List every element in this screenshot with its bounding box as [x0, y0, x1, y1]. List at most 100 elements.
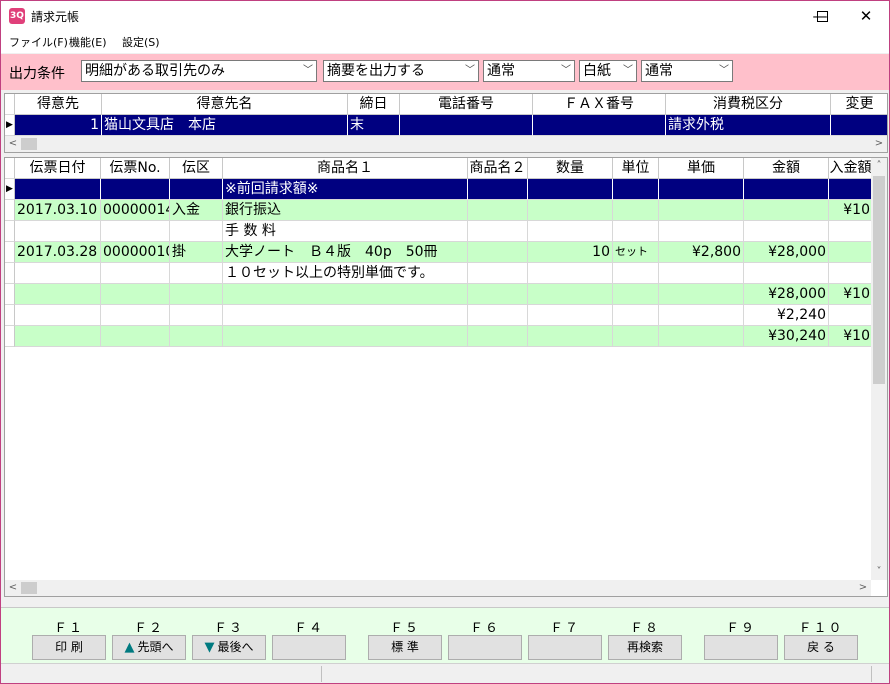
cell-product-name-2[interactable]: [468, 284, 528, 305]
cell-amount[interactable]: ¥28,000: [744, 242, 829, 263]
cell-slip-type[interactable]: [170, 263, 223, 284]
cell-unit[interactable]: [613, 200, 659, 221]
fkey-8-button[interactable]: 再検索: [608, 635, 682, 660]
cell-payment[interactable]: ¥10: [829, 200, 873, 221]
cell-quantity[interactable]: [528, 263, 613, 284]
cell-slip-date[interactable]: [15, 221, 101, 242]
cell-unit[interactable]: [613, 221, 659, 242]
fkey-4-button[interactable]: [272, 635, 346, 660]
cell-unit-price[interactable]: [659, 221, 744, 242]
cell-unit[interactable]: [613, 263, 659, 284]
cell-amount[interactable]: [744, 221, 829, 242]
col-slip-no[interactable]: 伝票No.: [101, 158, 170, 179]
cell-unit-price[interactable]: [659, 326, 744, 347]
cell-amount[interactable]: [744, 200, 829, 221]
cell-amount[interactable]: [744, 263, 829, 284]
col-product-name-2[interactable]: 商品名２: [468, 158, 528, 179]
cell-unit[interactable]: [613, 305, 659, 326]
cell-product-name-2[interactable]: [468, 200, 528, 221]
print-mode-select[interactable]: 通常 ﹀: [641, 60, 733, 82]
fkey-1-button[interactable]: 印 刷: [32, 635, 106, 660]
cell-phone[interactable]: [400, 115, 533, 136]
cell-product-name-2[interactable]: [468, 179, 528, 200]
cell-product-name-2[interactable]: [468, 242, 528, 263]
scroll-up-icon[interactable]: ˄: [871, 158, 887, 174]
cell-unit-price[interactable]: [659, 200, 744, 221]
cell-product-name-1[interactable]: １０セット以上の特別単価です。: [223, 263, 468, 284]
cell-slip-no[interactable]: [101, 284, 170, 305]
cell-slip-type[interactable]: 掛: [170, 242, 223, 263]
cell-unit-price[interactable]: [659, 179, 744, 200]
fkey-6-button[interactable]: [448, 635, 522, 660]
fkey-10-button[interactable]: 戻 る: [784, 635, 858, 660]
cell-unit-price[interactable]: [659, 305, 744, 326]
cell-slip-type[interactable]: [170, 326, 223, 347]
cell-fax[interactable]: [533, 115, 666, 136]
cell-slip-type[interactable]: 入金: [170, 200, 223, 221]
cell-slip-no[interactable]: 00000014: [101, 200, 170, 221]
fkey-3-button[interactable]: ▼ 最後へ: [192, 635, 266, 660]
fkey-9-button[interactable]: [704, 635, 778, 660]
cell-quantity[interactable]: [528, 284, 613, 305]
cell-slip-date[interactable]: [15, 179, 101, 200]
cell-slip-date[interactable]: [15, 284, 101, 305]
scroll-right-icon[interactable]: >: [855, 580, 871, 596]
cell-unit-price[interactable]: [659, 263, 744, 284]
cell-product-name-2[interactable]: [468, 221, 528, 242]
scroll-down-icon[interactable]: ˅: [871, 564, 887, 580]
col-closing-day[interactable]: 締日: [348, 94, 400, 115]
cell-product-name-1[interactable]: 大学ノート Ｂ４版 40p 50冊: [223, 242, 468, 263]
cell-quantity[interactable]: [528, 221, 613, 242]
col-product-name-1[interactable]: 商品名１: [223, 158, 468, 179]
cell-slip-date[interactable]: [15, 326, 101, 347]
scroll-left-icon[interactable]: <: [5, 136, 21, 152]
cell-slip-no[interactable]: [101, 326, 170, 347]
cell-slip-type[interactable]: [170, 284, 223, 305]
scroll-thumb[interactable]: [21, 138, 37, 150]
cell-slip-no[interactable]: [101, 179, 170, 200]
col-change[interactable]: 変更: [831, 94, 887, 115]
cell-slip-date[interactable]: 2017.03.28: [15, 242, 101, 263]
cell-slip-no[interactable]: [101, 305, 170, 326]
menu-file[interactable]: ファイル(F): [9, 34, 68, 50]
cell-unit-price[interactable]: [659, 284, 744, 305]
col-unit[interactable]: 単位: [613, 158, 659, 179]
cell-customer-name[interactable]: 猫山文具店 本店: [102, 115, 348, 136]
col-tax-type[interactable]: 消費税区分: [666, 94, 831, 115]
detail-grid-vscrollbar[interactable]: ˄ ˅: [871, 158, 887, 580]
cell-payment[interactable]: ¥10: [829, 284, 873, 305]
mode-select[interactable]: 通常 ﹀: [483, 60, 575, 82]
maximize-button[interactable]: [799, 1, 845, 31]
cell-product-name-1[interactable]: [223, 305, 468, 326]
cell-unit[interactable]: セット: [613, 242, 659, 263]
col-customer-code[interactable]: 得意先: [15, 94, 102, 115]
scroll-thumb[interactable]: [21, 582, 37, 594]
cell-amount[interactable]: [744, 179, 829, 200]
cell-unit-price[interactable]: ¥2,800: [659, 242, 744, 263]
cell-product-name-1[interactable]: 銀行振込: [223, 200, 468, 221]
cell-slip-date[interactable]: 2017.03.10: [15, 200, 101, 221]
col-slip-type[interactable]: 伝区: [170, 158, 223, 179]
cell-payment[interactable]: ¥10: [829, 326, 873, 347]
cell-slip-no[interactable]: [101, 221, 170, 242]
fkey-7-button[interactable]: [528, 635, 602, 660]
cell-product-name-1[interactable]: [223, 326, 468, 347]
cell-slip-type[interactable]: [170, 179, 223, 200]
col-customer-name[interactable]: 得意先名: [102, 94, 348, 115]
cell-tax-type[interactable]: 請求外税: [666, 115, 831, 136]
cell-amount[interactable]: ¥2,240: [744, 305, 829, 326]
cell-payment[interactable]: [829, 179, 873, 200]
col-fax[interactable]: ＦＡＸ番号: [533, 94, 666, 115]
cell-quantity[interactable]: [528, 179, 613, 200]
cell-closing-day[interactable]: 末: [348, 115, 400, 136]
cell-amount[interactable]: ¥28,000: [744, 284, 829, 305]
close-button[interactable]: ✕: [843, 1, 889, 31]
col-amount[interactable]: 金額: [744, 158, 829, 179]
cell-slip-date[interactable]: [15, 305, 101, 326]
col-payment[interactable]: 入金額: [829, 158, 873, 179]
cell-payment[interactable]: [829, 305, 873, 326]
col-quantity[interactable]: 数量: [528, 158, 613, 179]
cell-unit[interactable]: [613, 284, 659, 305]
memo-output-select[interactable]: 摘要を出力する ﹀: [323, 60, 479, 82]
menu-settings[interactable]: 設定(S): [122, 34, 160, 50]
